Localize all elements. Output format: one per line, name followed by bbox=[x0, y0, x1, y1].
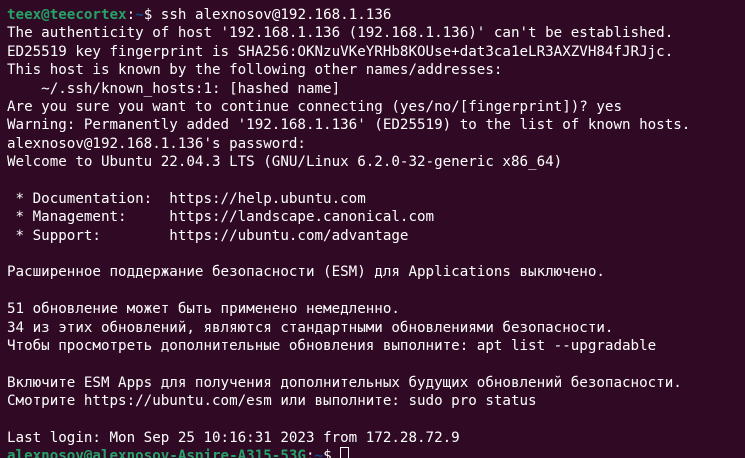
output-line: * Management: https://landscape.canonica… bbox=[7, 209, 435, 226]
output-line: Are you sure you want to continue connec… bbox=[7, 98, 622, 115]
prompt-command: ssh alexnosov@192.168.1.136 bbox=[160, 7, 392, 23]
output-line: 34 из этих обновлений, являются стандарт… bbox=[7, 319, 614, 336]
output-line: Включите ESM Apps для получения дополнит… bbox=[7, 374, 682, 391]
output-line: ED25519 key fingerprint is SHA256:OKNzuV… bbox=[7, 43, 674, 60]
output-line: Warning: Permanently added '192.168.1.13… bbox=[7, 117, 691, 134]
output-line: Смотрите https://ubuntu.com/esm или выпо… bbox=[7, 393, 537, 410]
output-line: Last login: Mon Sep 25 10:16:31 2023 fro… bbox=[7, 429, 460, 446]
current-prompt-line[interactable]: alexnosov@alexnosov-Aspire-A315-53G:~$ bbox=[7, 447, 745, 458]
output-line: 51 обновление может быть применено немед… bbox=[7, 301, 400, 318]
terminal-window[interactable]: teex@teecortex:~$ ssh alexnosov@192.168.… bbox=[0, 0, 745, 458]
prompt-separator: : bbox=[305, 448, 315, 458]
prompt-user-host: alexnosov@alexnosov-Aspire-A315-53G bbox=[7, 448, 306, 458]
output-line: Welcome to Ubuntu 22.04.3 LTS (GNU/Linux… bbox=[7, 154, 563, 171]
prompt-path: ~ bbox=[314, 448, 324, 458]
output-line: Расширенное поддержание безопасности (ES… bbox=[7, 264, 605, 281]
output-line: alexnosov@192.168.1.136's password: bbox=[7, 135, 306, 152]
prompt-symbol: $ bbox=[323, 448, 341, 458]
output-line: * Support: https://ubuntu.com/advantage bbox=[7, 227, 409, 244]
output-line: Чтобы просмотреть дополнительные обновле… bbox=[7, 338, 657, 355]
first-prompt-line: teex@teecortex:~$ ssh alexnosov@192.168.… bbox=[7, 6, 745, 24]
prompt-user-host: teex@teecortex bbox=[7, 7, 127, 23]
output-line: The authenticity of host '192.168.1.136 … bbox=[7, 25, 674, 42]
prompt-separator: : bbox=[126, 7, 136, 23]
text-cursor[interactable] bbox=[340, 447, 350, 458]
output-line: This host is known by the following othe… bbox=[7, 62, 503, 79]
prompt-path: ~ bbox=[135, 7, 144, 23]
output-line: ~/.ssh/known_hosts:1: [hashed name] bbox=[7, 80, 341, 97]
output-line: * Documentation: https://help.ubuntu.com bbox=[7, 190, 366, 207]
prompt-symbol: $ bbox=[143, 7, 161, 23]
